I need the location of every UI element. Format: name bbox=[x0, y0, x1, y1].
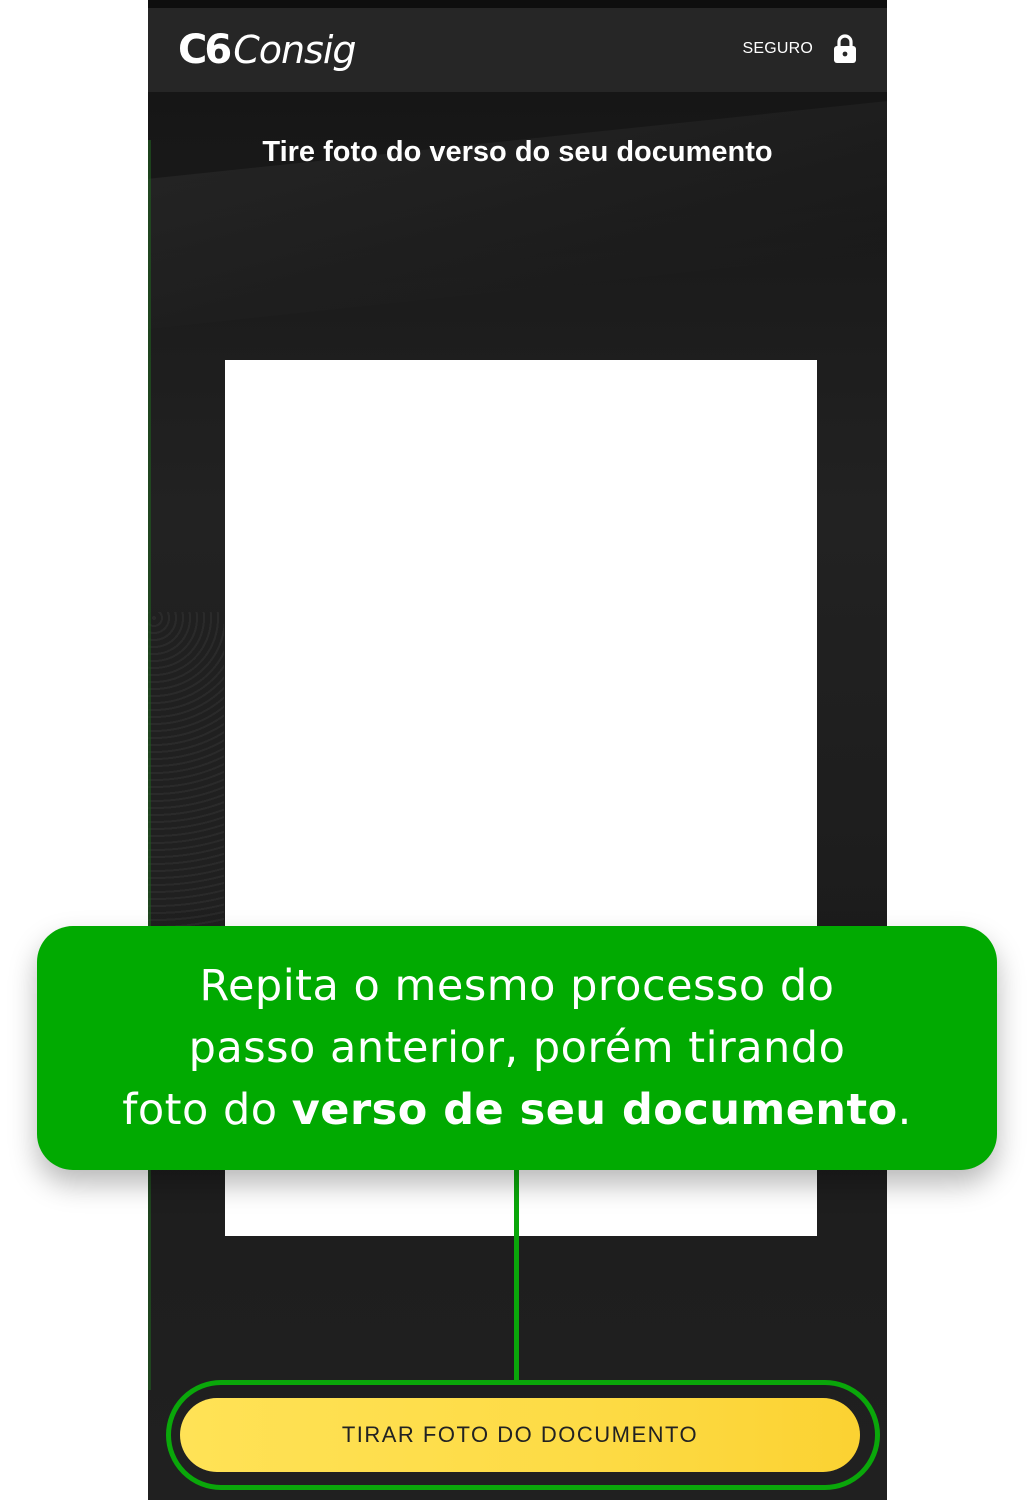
camera-instruction-title: Tire foto do verso do seu documento bbox=[262, 136, 773, 168]
c6-consig-logo: C6 Consig bbox=[178, 22, 357, 78]
secure-label: SEGURO bbox=[742, 40, 813, 57]
secure-indicator: SEGURO bbox=[742, 34, 857, 64]
callout-text: Repita o mesmo processo do passo anterio… bbox=[122, 955, 912, 1141]
callout-connector-line bbox=[514, 1166, 519, 1382]
status-bar bbox=[148, 0, 887, 8]
callout-line-2: passo anterior, porém tirando bbox=[188, 1023, 846, 1073]
logo-mark: C6 bbox=[178, 27, 232, 73]
camera-background-texture bbox=[148, 612, 224, 932]
lock-icon bbox=[833, 34, 857, 64]
tutorial-screenshot: C6 Consig SEGURO Tire foto do verso do s… bbox=[0, 0, 1034, 1500]
callout-line-3-bold: verso de seu documento bbox=[291, 1085, 898, 1135]
app-header: C6 Consig SEGURO bbox=[148, 8, 887, 92]
camera-edge bbox=[148, 140, 151, 1390]
callout-line-3-suffix: . bbox=[897, 1085, 912, 1135]
take-document-photo-button[interactable]: TIRAR FOTO DO DOCUMENTO bbox=[180, 1398, 860, 1472]
callout-line-3-prefix: foto do bbox=[122, 1085, 292, 1135]
logo-name: Consig bbox=[233, 28, 356, 72]
instruction-callout: Repita o mesmo processo do passo anterio… bbox=[37, 926, 997, 1170]
callout-line-1: Repita o mesmo processo do bbox=[199, 961, 835, 1011]
